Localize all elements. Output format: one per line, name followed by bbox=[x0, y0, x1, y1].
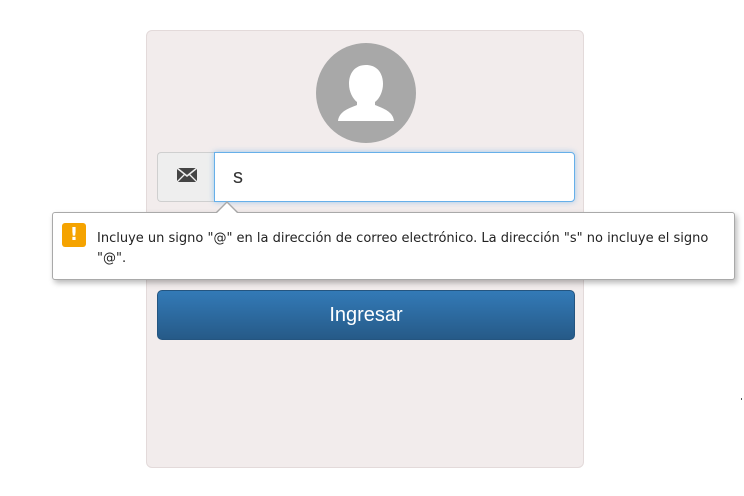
validation-message: Incluye un signo "@" en la dirección de … bbox=[97, 231, 709, 266]
email-input-group bbox=[157, 152, 575, 202]
validation-tooltip: ! Incluye un signo "@" en la dirección d… bbox=[52, 212, 735, 280]
email-field[interactable] bbox=[214, 152, 575, 202]
email-addon bbox=[157, 152, 215, 202]
envelope-icon bbox=[176, 166, 198, 188]
warning-icon: ! bbox=[62, 223, 86, 247]
stray-dot bbox=[741, 398, 742, 400]
tooltip-arrow-fill bbox=[216, 203, 238, 214]
login-button[interactable]: Ingresar bbox=[157, 290, 575, 340]
login-page: ! Incluye un signo "@" en la dirección d… bbox=[0, 0, 744, 496]
user-silhouette-icon bbox=[316, 43, 416, 143]
